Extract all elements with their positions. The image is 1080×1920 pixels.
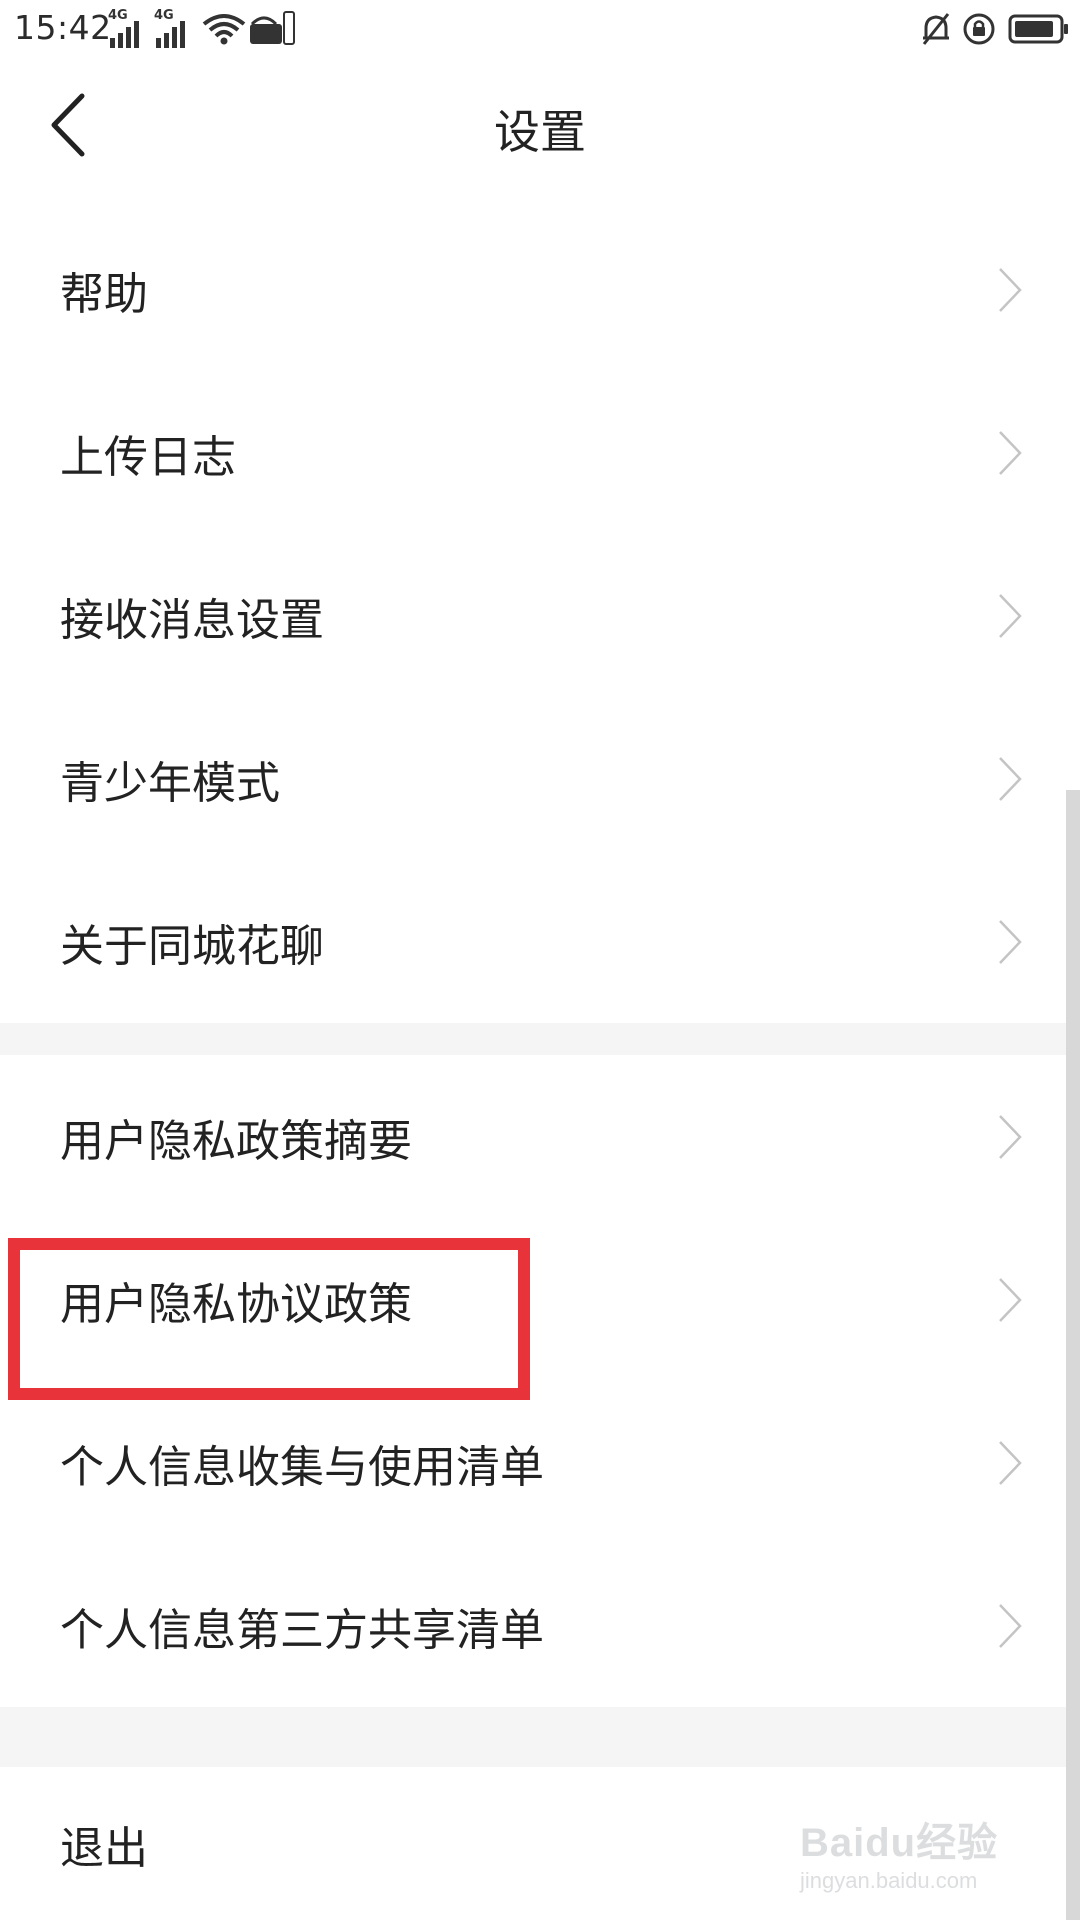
logout-button[interactable]: 退出 <box>0 1767 1066 1920</box>
menu-item-label: 关于同城花聊 <box>60 920 324 972</box>
menu-item-upload-log[interactable]: 上传日志 <box>0 371 1066 534</box>
menu-item-label: 个人信息收集与使用清单 <box>60 1441 544 1493</box>
wifi-icon <box>202 14 246 45</box>
menu-item-label: 青少年模式 <box>60 757 280 809</box>
menu-item-label: 个人信息第三方共享清单 <box>60 1604 544 1656</box>
battery-icon <box>1008 14 1068 44</box>
menu-item-label: 用户隐私政策摘要 <box>60 1115 412 1167</box>
scrollbar[interactable] <box>1066 790 1080 1920</box>
chevron-right-icon <box>999 1440 1022 1485</box>
section-divider <box>0 1707 1066 1767</box>
chevron-right-icon <box>999 593 1022 638</box>
menu-item-info-collection-list[interactable]: 个人信息收集与使用清单 <box>0 1381 1066 1544</box>
hd-icon <box>250 11 295 45</box>
menu-item-label: 接收消息设置 <box>60 594 324 646</box>
chevron-right-icon <box>999 919 1022 964</box>
status-bar: 15:42 4G 4G <box>0 0 1080 60</box>
chevron-right-icon <box>999 1277 1022 1322</box>
rotation-lock-icon <box>963 13 995 45</box>
logout-label: 退出 <box>60 1822 148 1874</box>
menu-item-privacy-summary[interactable]: 用户隐私政策摘要 <box>0 1055 1066 1218</box>
menu-item-teen-mode[interactable]: 青少年模式 <box>0 697 1066 860</box>
menu-item-about[interactable]: 关于同城花聊 <box>0 860 1066 1023</box>
chevron-right-icon <box>999 1114 1022 1159</box>
menu-item-message-settings[interactable]: 接收消息设置 <box>0 534 1066 697</box>
mute-bell-icon <box>922 13 950 45</box>
menu-item-third-party-sharing-list[interactable]: 个人信息第三方共享清单 <box>0 1544 1066 1707</box>
chevron-right-icon <box>999 1603 1022 1648</box>
menu-item-privacy-agreement[interactable]: 用户隐私协议政策 <box>0 1218 1066 1381</box>
menu-item-label: 用户隐私协议政策 <box>60 1278 412 1330</box>
status-time: 15:42 <box>14 8 112 47</box>
chevron-right-icon <box>999 756 1022 801</box>
page-title: 设置 <box>494 105 586 159</box>
menu-item-help[interactable]: 帮助 <box>0 208 1066 371</box>
menu-item-label: 帮助 <box>60 268 148 320</box>
chevron-right-icon <box>999 267 1022 312</box>
menu-item-label: 上传日志 <box>60 431 236 483</box>
section-divider <box>0 1023 1066 1055</box>
chevron-right-icon <box>999 430 1022 475</box>
header: 设置 <box>0 60 1080 190</box>
